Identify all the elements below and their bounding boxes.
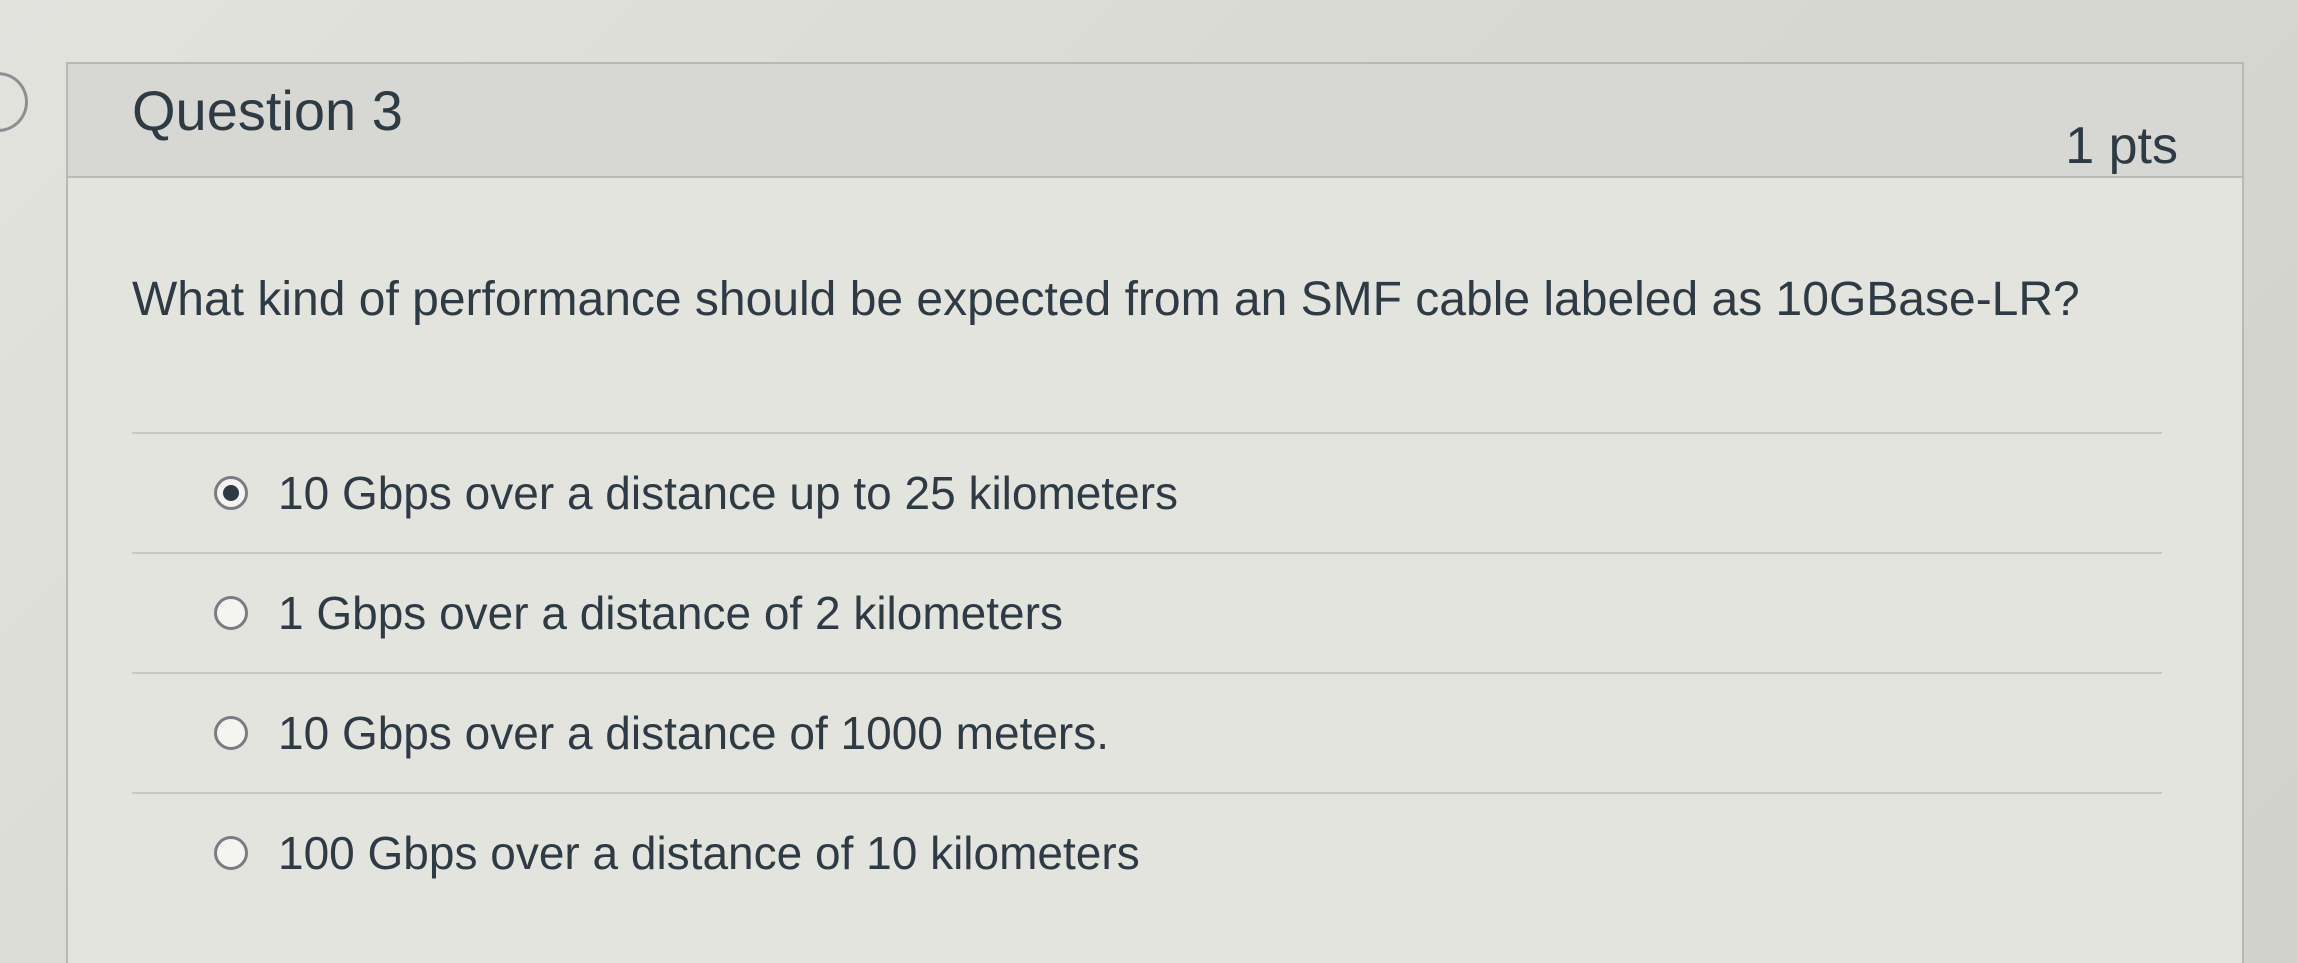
quiz-page: Question 3 1 pts What kind of performanc… (0, 0, 2297, 963)
answer-label: 10 Gbps over a distance of 1000 meters. (278, 707, 1110, 759)
question-header: Question 3 1 pts (68, 64, 2242, 178)
answer-option[interactable]: 10 Gbps over a distance of 1000 meters. (132, 672, 2162, 792)
answer-list: 10 Gbps over a distance up to 25 kilomet… (132, 432, 2162, 912)
question-body: What kind of performance should be expec… (68, 176, 2242, 963)
question-card: Question 3 1 pts What kind of performanc… (66, 62, 2244, 963)
radio-button[interactable] (214, 596, 248, 630)
question-text: What kind of performance should be expec… (132, 273, 2080, 326)
radio-button[interactable] (214, 836, 248, 870)
radio-button[interactable] (214, 476, 248, 510)
answer-option[interactable]: 10 Gbps over a distance up to 25 kilomet… (132, 432, 2162, 552)
answer-label: 100 Gbps over a distance of 10 kilometer… (278, 827, 1140, 879)
answer-label: 1 Gbps over a distance of 2 kilometers (278, 587, 1063, 639)
radio-button[interactable] (214, 716, 248, 750)
question-title: Question 3 (132, 79, 403, 142)
answer-option[interactable]: 1 Gbps over a distance of 2 kilometers (132, 552, 2162, 672)
flag-question-icon[interactable] (0, 72, 28, 132)
answer-label: 10 Gbps over a distance up to 25 kilomet… (278, 467, 1179, 519)
question-points: 1 pts (2065, 117, 2178, 175)
answer-option[interactable]: 100 Gbps over a distance of 10 kilometer… (132, 792, 2162, 912)
